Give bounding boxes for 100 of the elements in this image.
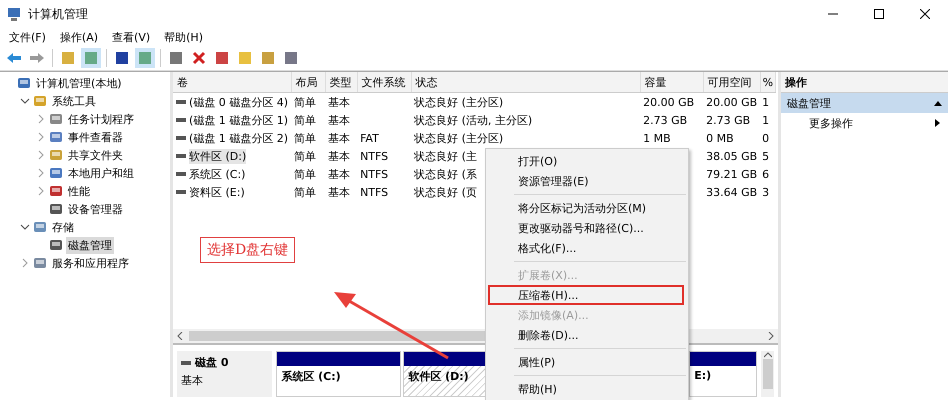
chevron-right-icon[interactable]	[36, 150, 46, 160]
tree-item[interactable]: 磁盘管理	[66, 236, 114, 254]
tree-item[interactable]: 计算机管理(本地)	[34, 74, 124, 92]
table-cell: 基本	[328, 186, 350, 198]
table-cell: NTFS	[360, 150, 388, 162]
close-icon	[920, 9, 930, 19]
table-cell: 0	[762, 132, 770, 144]
tree-item[interactable]: 存储	[50, 218, 76, 236]
tree-item[interactable]: 任务计划程序	[66, 110, 136, 128]
tree-item[interactable]: 系统工具	[50, 92, 98, 110]
menu-item[interactable]: 查看(V)	[107, 30, 156, 44]
table-cell: 38.05 GB	[706, 150, 758, 162]
volume-icon	[176, 154, 186, 158]
table-cell: 基本	[328, 132, 350, 144]
table-cell[interactable]: 软件区 (D:)	[189, 148, 246, 164]
menu-item[interactable]: 帮助(H)	[159, 30, 208, 44]
disk-type: 基本	[181, 373, 204, 388]
chevron-right-icon[interactable]	[36, 114, 46, 124]
chevron-right-icon[interactable]	[36, 168, 46, 178]
column-header[interactable]: 可用空间	[703, 72, 760, 92]
table-cell: 基本	[328, 114, 350, 126]
tree-item[interactable]: 事件查看器	[66, 128, 125, 146]
table-cell: 6	[762, 168, 770, 180]
table-cell: 状态良好 (系	[414, 168, 477, 180]
tree-item[interactable]: 设备管理器	[66, 200, 125, 218]
menu-item[interactable]: 格式化(F)...	[488, 238, 684, 258]
table-cell: 1	[762, 96, 770, 108]
menu-item[interactable]: 文件(F)	[4, 30, 51, 44]
table-cell: 简单	[294, 186, 316, 198]
table-cell: 简单	[294, 96, 316, 108]
column-header[interactable]: 容量	[640, 72, 704, 92]
table-cell: 简单	[294, 168, 316, 180]
table-cell[interactable]: (磁盘 1 磁盘分区 2)	[189, 130, 288, 146]
table-cell: NTFS	[360, 168, 388, 180]
column-header[interactable]: 卷	[173, 72, 292, 92]
actions-header: 操作	[781, 72, 948, 93]
volume-icon	[176, 118, 186, 122]
table-cell[interactable]: 系统区 (C:)	[189, 166, 246, 182]
table-cell: 基本	[328, 96, 350, 108]
table-cell[interactable]: (磁盘 1 磁盘分区 1)	[189, 112, 288, 128]
table-cell: 简单	[294, 114, 316, 126]
table-cell: 79.21 GB	[706, 168, 758, 180]
menu-item[interactable]: 资源管理器(E)	[488, 171, 684, 191]
column-header[interactable]: 状态	[411, 72, 640, 92]
table-cell: FAT	[360, 132, 379, 144]
table-cell: 状态良好 (主分区)	[414, 96, 504, 108]
scroll-up-icon[interactable]	[764, 351, 772, 359]
table-cell: 简单	[294, 150, 316, 162]
chevron-down-icon[interactable]	[20, 222, 30, 232]
annotation-label: 选择D盘右键	[200, 237, 296, 263]
volume-icon	[176, 136, 186, 140]
actions-section[interactable]: 磁盘管理	[781, 93, 948, 113]
table-cell: NTFS	[360, 186, 388, 198]
table-cell: 状态良好 (主分区)	[414, 132, 504, 144]
maximize-icon	[874, 9, 884, 19]
column-header[interactable]: %	[760, 72, 776, 92]
tree-item[interactable]: 本地用户和组	[66, 164, 136, 182]
menu-item[interactable]: 操作(A)	[54, 30, 104, 44]
table-cell[interactable]: 资料区 (E:)	[189, 184, 245, 200]
column-header[interactable]: 文件系统	[357, 72, 412, 92]
column-header[interactable]: 布局	[291, 72, 326, 92]
partition-block[interactable]: E:)	[689, 351, 758, 397]
menu-item[interactable]: 压缩卷(H)...	[488, 285, 684, 305]
table-cell: 状态良好 (页	[414, 186, 477, 198]
scrollbar-thumb[interactable]	[762, 359, 773, 389]
menu-item[interactable]: 更改驱动器号和路径(C)...	[488, 218, 684, 238]
submenu-arrow-icon	[935, 119, 940, 127]
partition-label: 系统区 (C:)	[281, 370, 341, 383]
column-header[interactable]: 类型	[325, 72, 358, 92]
table-cell: 0 MB	[706, 132, 734, 144]
table-cell: 20.00 GB	[643, 96, 694, 108]
chevron-right-icon[interactable]	[20, 258, 30, 268]
volume-icon	[176, 172, 186, 176]
table-cell: 5	[762, 150, 770, 162]
tree-item[interactable]: 服务和应用程序	[50, 254, 131, 272]
menu-item[interactable]: 将分区标记为活动分区(M)	[488, 198, 684, 218]
partition-block[interactable]: 系统区 (C:)	[276, 351, 402, 397]
menu-item[interactable]: 打开(O)	[488, 151, 684, 171]
table-cell: 1	[762, 114, 770, 126]
table-cell: 33.64 GB	[706, 186, 758, 198]
table-cell[interactable]: (磁盘 0 磁盘分区 4)	[189, 94, 288, 110]
table-cell: 状态良好 (活动, 主分区)	[414, 114, 532, 126]
table-cell: 简单	[294, 132, 316, 144]
table-cell: 3	[762, 186, 770, 198]
menu-item[interactable]: 删除卷(D)...	[488, 325, 684, 345]
chevron-down-icon[interactable]	[20, 96, 30, 106]
window-title: 计算机管理	[28, 6, 88, 22]
tree-item[interactable]: 共享文件夹	[66, 146, 125, 164]
chevron-right-icon[interactable]	[36, 186, 46, 196]
table-cell: 2.73 GB	[643, 114, 688, 126]
table-cell: 2.73 GB	[706, 114, 750, 126]
action-item[interactable]: 更多操作	[781, 113, 948, 133]
partition-label: 软件区 (D:)	[408, 370, 469, 383]
table-cell: 20.00 GB	[706, 96, 758, 108]
chevron-right-icon[interactable]	[36, 132, 46, 142]
tree-item[interactable]: 性能	[66, 182, 92, 200]
table-cell: 状态良好 (主	[414, 150, 477, 162]
collapse-icon[interactable]	[934, 100, 942, 106]
volume-icon	[176, 100, 186, 104]
disk-name: 磁盘 0	[195, 355, 228, 370]
